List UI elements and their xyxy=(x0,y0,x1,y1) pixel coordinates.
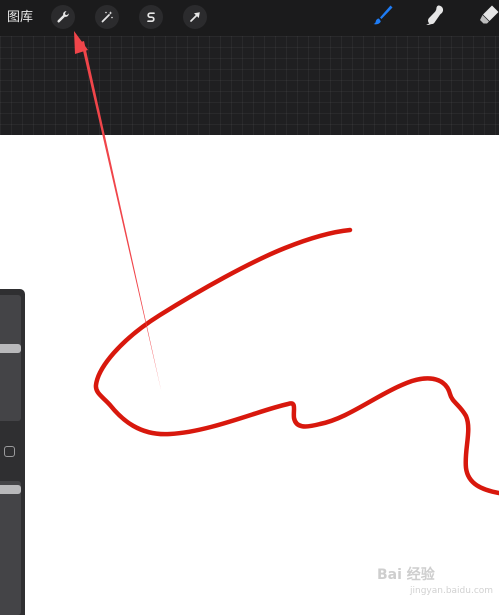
magic-wand-icon xyxy=(100,10,114,24)
brush-icon xyxy=(371,3,395,31)
eraser-tool-button[interactable] xyxy=(476,4,499,30)
actions-button[interactable] xyxy=(51,5,75,29)
arrow-cursor-icon xyxy=(188,10,202,24)
eraser-icon xyxy=(477,3,499,31)
left-sidebar xyxy=(0,289,25,615)
opacity-slider[interactable] xyxy=(0,481,21,615)
watermark-url: jingyan.baidu.com xyxy=(410,586,494,596)
smudge-tool-button[interactable] xyxy=(423,4,449,30)
smudge-finger-icon xyxy=(424,3,448,31)
transform-button[interactable] xyxy=(183,5,207,29)
gallery-button[interactable]: 图库 xyxy=(7,9,33,27)
opacity-slider-thumb[interactable] xyxy=(0,485,21,494)
brush-size-slider-thumb[interactable] xyxy=(0,344,21,353)
brush-size-slider[interactable] xyxy=(0,295,21,421)
wrench-icon xyxy=(56,10,70,24)
adjustments-button[interactable] xyxy=(95,5,119,29)
drawing-canvas[interactable] xyxy=(0,135,499,615)
modify-button[interactable] xyxy=(4,446,15,457)
selection-button[interactable] xyxy=(139,5,163,29)
selection-s-icon xyxy=(144,10,158,24)
watermark-logo: Bai 经验 xyxy=(377,567,435,583)
top-toolbar: 图库 xyxy=(0,0,499,36)
canvas-background-grid xyxy=(0,36,499,135)
brush-tool-button[interactable] xyxy=(370,4,396,30)
